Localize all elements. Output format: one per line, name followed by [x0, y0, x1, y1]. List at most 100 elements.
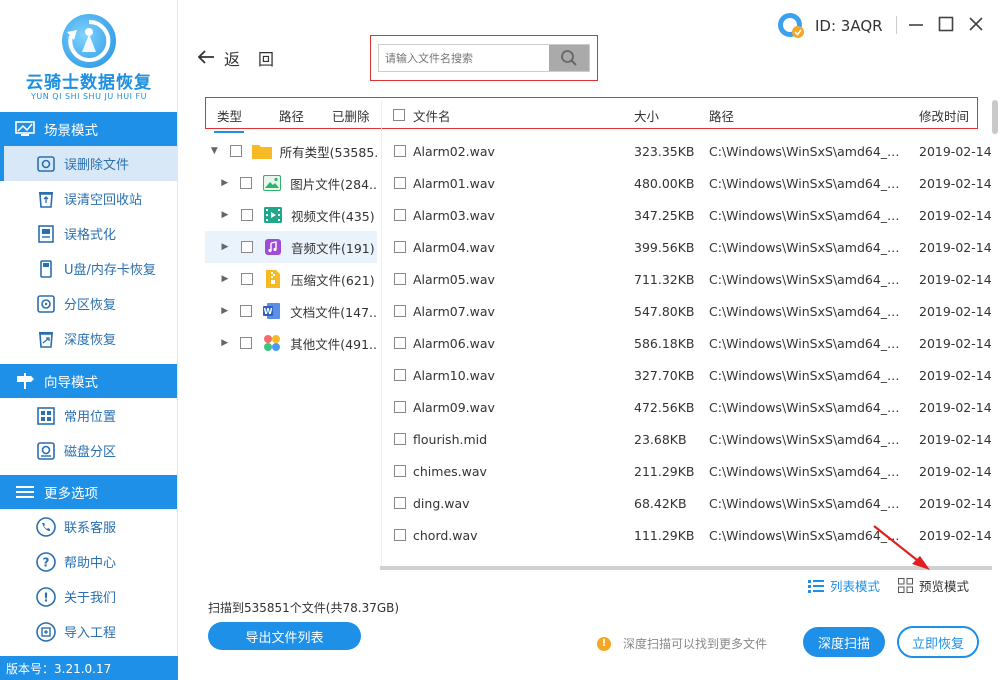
table-row[interactable]: Alarm02.wav 323.35KB C:\Windows\WinSxS\amd… — [382, 135, 992, 167]
section-title: 向导模式 — [44, 375, 98, 391]
warning-icon: ! — [597, 636, 611, 651]
row-checkbox[interactable] — [394, 433, 406, 445]
table-row[interactable]: ding.wav 68.42KB C:\Windows\WinSxS\amd64_m… — [382, 487, 992, 519]
tree-item-documents[interactable]: ▶ W 文档文件(147... — [205, 295, 377, 327]
tip-text: 深度扫描可以找到更多文件 — [623, 637, 768, 651]
file-size: 472.56KB — [634, 399, 695, 415]
file-modified: 2019-02-14 0 — [919, 175, 992, 191]
row-checkbox[interactable] — [394, 337, 406, 349]
row-checkbox[interactable] — [394, 465, 406, 477]
row-checkbox[interactable] — [394, 529, 406, 541]
row-checkbox[interactable] — [394, 177, 406, 189]
nav-label: 导入工程 — [64, 626, 117, 641]
nav-item-format[interactable]: 误格式化 — [0, 216, 177, 251]
nav-item-about[interactable]: ! 关于我们 — [0, 579, 177, 614]
nav-label: 误格式化 — [64, 228, 117, 243]
nav-item-partition[interactable]: 分区恢复 — [0, 286, 177, 321]
search-input[interactable] — [379, 45, 551, 71]
table-row[interactable]: Alarm06.wav 586.18KB C:\Windows\WinSxS\amd… — [382, 327, 992, 359]
user-id-text: ID: 3AQR — [815, 17, 883, 35]
table-row[interactable]: Alarm01.wav 480.00KB C:\Windows\WinSxS\amd… — [382, 167, 992, 199]
close-icon[interactable] — [966, 14, 986, 34]
tree-item-others[interactable]: ▶ 其他文件(491... — [205, 327, 377, 359]
preview-mode-button[interactable]: 预览模式 — [898, 576, 969, 595]
nav-item-recycle-bin[interactable]: 误清空回收站 — [0, 181, 177, 216]
row-checkbox[interactable] — [394, 401, 406, 413]
table-row[interactable]: Alarm10.wav 327.70KB C:\Windows\WinSxS\amd… — [382, 359, 992, 391]
table-row[interactable]: Alarm09.wav 472.56KB C:\Windows\WinSxS\amd… — [382, 391, 992, 423]
tree-item-images[interactable]: ▶ 图片文件(284... — [205, 167, 377, 199]
row-checkbox[interactable] — [394, 369, 406, 381]
caret-right-icon[interactable]: ▶ — [217, 306, 232, 316]
maximize-icon[interactable] — [936, 14, 956, 34]
vertical-scrollbar[interactable] — [992, 100, 998, 134]
row-checkbox[interactable] — [394, 273, 406, 285]
tree-checkbox[interactable] — [240, 177, 253, 189]
tab-path[interactable]: 路径 — [279, 106, 304, 125]
column-header-name[interactable]: 文件名 — [413, 106, 451, 125]
row-checkbox[interactable] — [394, 209, 406, 221]
nav-item-usb[interactable]: U盘/内存卡恢复 — [0, 251, 177, 286]
tree-item-audio[interactable]: ▶ 音频文件(191) — [205, 231, 377, 263]
tree-checkbox[interactable] — [240, 337, 253, 349]
export-list-button[interactable]: 导出文件列表 — [208, 622, 361, 650]
tree-checkbox[interactable] — [241, 241, 253, 253]
row-checkbox[interactable] — [394, 241, 406, 253]
file-path: C:\Windows\WinSxS\amd64_micr... — [709, 463, 911, 479]
app-subtitle: YUN QI SHI SHU JU HUI FU — [31, 92, 147, 101]
recover-now-button[interactable]: 立即恢复 — [897, 626, 979, 658]
user-id[interactable]: ID: 3AQR — [777, 12, 883, 40]
caret-right-icon[interactable]: ▶ — [217, 274, 233, 284]
tab-deleted[interactable]: 已删除 — [332, 106, 370, 125]
deep-scan-button[interactable]: 深度扫描 — [803, 627, 885, 657]
caret-right-icon[interactable]: ▶ — [217, 338, 232, 348]
section-title: 更多选项 — [44, 486, 98, 502]
search-button[interactable] — [549, 45, 589, 71]
column-header-path[interactable]: 路径 — [709, 106, 734, 125]
row-checkbox[interactable] — [394, 305, 406, 317]
select-all-checkbox[interactable] — [393, 109, 405, 121]
file-name: Alarm01.wav — [413, 175, 495, 191]
usb-icon — [36, 259, 56, 279]
nav-item-deleted-files[interactable]: 误删除文件 — [0, 146, 177, 181]
row-checkbox[interactable] — [394, 145, 406, 157]
tree-checkbox[interactable] — [241, 273, 253, 285]
nav-label: 误删除文件 — [64, 158, 130, 173]
caret-right-icon[interactable]: ▶ — [217, 242, 233, 252]
table-row[interactable]: flourish.mid 23.68KB C:\Windows\WinSxS\amd… — [382, 423, 992, 455]
tree-checkbox[interactable] — [241, 209, 253, 221]
minimize-icon[interactable] — [906, 14, 926, 34]
row-checkbox[interactable] — [394, 497, 406, 509]
tree-item-videos[interactable]: ▶ 视频文件(435) — [205, 199, 377, 231]
table-row[interactable]: Alarm07.wav 547.80KB C:\Windows\WinSxS\amd… — [382, 295, 992, 327]
column-header-modified[interactable]: 修改时间 — [919, 106, 969, 125]
nav-item-deep-recover[interactable]: 深度恢复 — [0, 321, 177, 356]
tree-checkbox[interactable] — [240, 305, 253, 317]
tab-type[interactable]: 类型 — [217, 106, 242, 125]
tree-label: 所有类型(53585... — [279, 144, 377, 160]
list-mode-button[interactable]: 列表模式 — [808, 576, 880, 595]
nav-item-contact[interactable]: 联系客服 — [0, 509, 177, 544]
table-row[interactable]: Alarm03.wav 347.25KB C:\Windows\WinSxS\amd… — [382, 199, 992, 231]
tree-item-archives[interactable]: ▶ 压缩文件(621) — [205, 263, 377, 295]
column-header-size[interactable]: 大小 — [634, 106, 659, 125]
nav-item-help[interactable]: ? 帮助中心 — [0, 544, 177, 579]
nav-item-import[interactable]: 导入工程 — [0, 614, 177, 649]
table-row[interactable]: Alarm05.wav 711.32KB C:\Windows\WinSxS\amd… — [382, 263, 992, 295]
caret-right-icon[interactable]: ▶ — [217, 210, 233, 220]
table-row[interactable]: Alarm04.wav 399.56KB C:\Windows\WinSxS\amd… — [382, 231, 992, 263]
back-button[interactable]: 返 回 — [196, 46, 274, 70]
phone-icon — [36, 516, 56, 537]
section-more-options[interactable]: 更多选项 — [0, 475, 177, 509]
caret-down-icon[interactable]: ▼ — [207, 146, 222, 156]
scan-summary: 扫描到535851个文件(共78.37GB) — [208, 601, 400, 615]
section-scene-mode[interactable]: 场景模式 — [0, 112, 177, 146]
nav-item-common-locations[interactable]: 常用位置 — [0, 398, 177, 433]
caret-right-icon[interactable]: ▶ — [217, 178, 232, 188]
search-icon — [561, 50, 577, 66]
tree-checkbox[interactable] — [229, 145, 242, 157]
table-row[interactable]: chimes.wav 211.29KB C:\Windows\WinSxS\amd6… — [382, 455, 992, 487]
tree-item-all-types[interactable]: ▼ 所有类型(53585... — [205, 135, 377, 167]
section-guide-mode[interactable]: 向导模式 — [0, 364, 177, 398]
nav-item-disk-partition[interactable]: 磁盘分区 — [0, 433, 177, 468]
